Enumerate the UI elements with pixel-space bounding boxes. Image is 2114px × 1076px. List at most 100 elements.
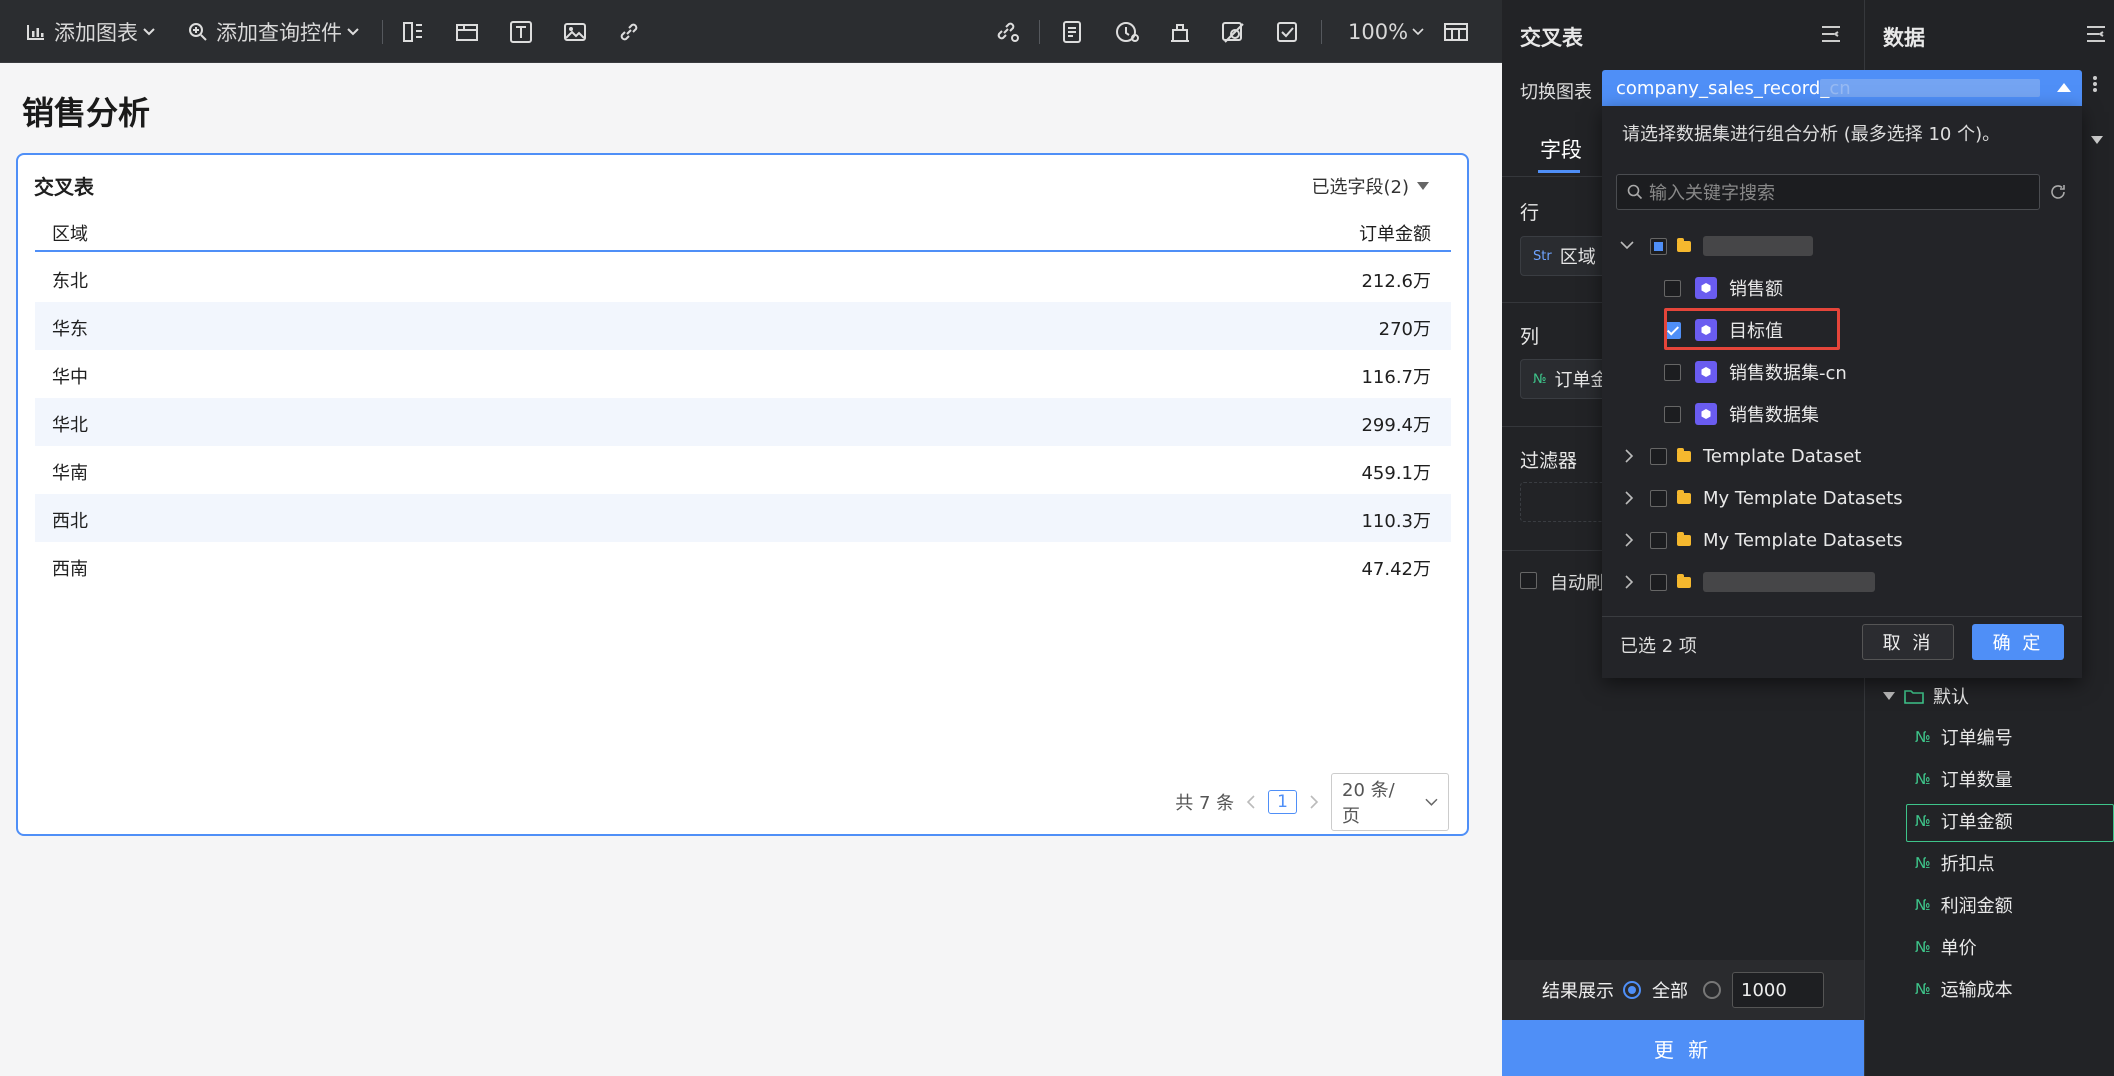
group-default[interactable]: 默认 [1883,683,1969,709]
cell-amount: 299.4万 [1361,415,1431,436]
field-item[interactable]: № 订单金额 [1915,808,2013,834]
tree-item-dataset[interactable]: 销售额 [1664,270,1783,306]
tab-container-icon [456,24,478,41]
monitor-button[interactable] [1114,15,1140,49]
preview-button[interactable] [1221,15,1247,49]
auto-refresh-checkbox[interactable] [1520,572,1537,589]
number-type-icon: № [1915,812,1931,830]
cell-amount: 270万 [1378,319,1431,340]
tree-checkbox[interactable] [1650,531,1667,549]
tab-fields[interactable]: 字段 [1540,134,1582,164]
link-icon [620,23,638,41]
update-button[interactable]: 更 新 [1502,1020,1864,1076]
tree-folder[interactable] [1624,564,1875,600]
cancel-button[interactable]: 取 消 [1862,624,1954,660]
add-query-control-button[interactable]: 添加查询控件 [188,15,360,49]
image-button[interactable] [563,15,587,49]
confirm-button[interactable]: 确 定 [1972,624,2064,660]
tree-folder-label: My Template Datasets [1703,529,1903,551]
check-button[interactable] [1275,15,1299,49]
toolbar-divider [1321,20,1322,44]
text-icon [510,21,532,43]
dataset-search-input[interactable]: 输入关键字搜索 [1616,174,2040,210]
tree-item-dataset[interactable]: 销售数据集 [1664,396,1819,432]
selected-fields-dropdown[interactable]: 已选字段(2) [1312,173,1429,199]
chevron-left-icon[interactable] [1246,795,1256,809]
column-header-amount: 订单金额 [1359,224,1431,245]
number-type-icon: № [1915,854,1931,872]
tree-folder-root[interactable] [1620,228,1813,264]
more-options-icon[interactable] [2091,74,2099,94]
tab-container-button[interactable] [455,15,479,49]
field-item[interactable]: № 订单编号 [1915,724,2013,750]
zoom-select[interactable]: 100% [1348,15,1424,49]
table-row: 华中 116.7万 [35,350,1451,398]
publish-button[interactable] [1168,15,1192,49]
column-field-chip[interactable]: № 订单金 [1520,359,1610,399]
chevron-right-icon[interactable] [1309,795,1319,809]
refresh-icon[interactable] [2048,182,2068,202]
search-placeholder: 输入关键字搜索 [1649,183,1775,204]
table-row: 华北 299.4万 [35,398,1451,446]
text-button[interactable] [509,15,533,49]
tree-checkbox[interactable] [1650,489,1667,507]
link-button[interactable] [617,15,641,49]
config-title: 交叉表 [1520,26,1583,50]
field-item[interactable]: № 订单数量 [1915,766,2013,792]
result-limit-radio[interactable] [1703,981,1721,999]
caret-up-icon[interactable] [2057,83,2071,92]
field-item[interactable]: № 折扣点 [1915,850,1995,876]
page-size-select[interactable]: 20 条/页 [1331,773,1449,831]
table-row: 东北 212.6万 [35,254,1451,302]
tree-checkbox[interactable] [1650,237,1667,255]
add-query-control-label: 添加查询控件 [216,21,342,45]
dataset-cube-icon [1695,277,1717,299]
selected-count: 已选 2 项 [1620,636,1697,657]
menu-collapse-icon[interactable] [1820,24,1842,44]
fullscreen-button[interactable] [1443,15,1469,49]
tree-checkbox[interactable] [1650,447,1667,465]
field-label: 订单编号 [1940,728,2013,749]
field-item[interactable]: № 运输成本 [1915,976,2013,1002]
link-gear-icon [997,22,1019,42]
folder-icon [1677,447,1691,462]
report-button[interactable] [1061,15,1083,49]
layout-icon-button[interactable] [401,15,425,49]
field-item[interactable]: № 利润金额 [1915,892,2013,918]
tree-checkbox[interactable] [1650,573,1667,591]
crosstab-card[interactable]: 交叉表 已选字段(2) 区域 订单金额 东北 212.6万 华东 270万 华中 11… [16,153,1469,836]
group-default-label: 默认 [1933,687,1969,708]
row-field-chip[interactable]: Str 区域 [1520,236,1610,276]
add-chart-label: 添加图表 [54,21,138,45]
tree-folder[interactable]: Template Dataset [1624,438,1861,474]
highlight-annotation [1664,308,1840,350]
number-type-icon: № [1533,371,1547,387]
cell-region: 华北 [52,415,88,436]
layout-columns-icon [403,22,422,42]
tree-folder[interactable]: My Template Datasets [1624,480,1903,516]
chevron-down-icon [1620,241,1634,250]
result-limit-input[interactable] [1732,972,1824,1008]
menu-collapse-icon[interactable] [2085,24,2107,44]
add-chart-button[interactable]: 添加图表 [26,15,156,49]
eye-icon [1222,22,1244,43]
redacted-folder-name [1703,236,1813,256]
column-section-label: 列 [1520,326,1540,348]
field-label: 利润金额 [1940,896,2013,917]
tree-item-dataset[interactable]: 销售数据集-cn [1664,354,1847,390]
dataset-cube-icon [1695,361,1717,383]
tree-checkbox[interactable] [1664,279,1681,297]
table-row: 华东 270万 [35,302,1451,350]
field-item[interactable]: № 单价 [1915,934,1977,960]
search-icon [1627,184,1643,200]
tree-folder[interactable]: My Template Datasets [1624,522,1903,558]
switch-chart-label: 切换图表 [1520,82,1592,103]
caret-down-icon[interactable] [2091,136,2103,144]
result-all-radio[interactable] [1623,981,1641,999]
filter-drop-zone[interactable] [1520,482,1610,522]
link-settings-button[interactable] [995,15,1021,49]
tree-checkbox[interactable] [1664,405,1681,423]
page-number-current[interactable]: 1 [1268,790,1297,814]
zoom-plus-icon [189,23,207,41]
tree-checkbox[interactable] [1664,363,1681,381]
